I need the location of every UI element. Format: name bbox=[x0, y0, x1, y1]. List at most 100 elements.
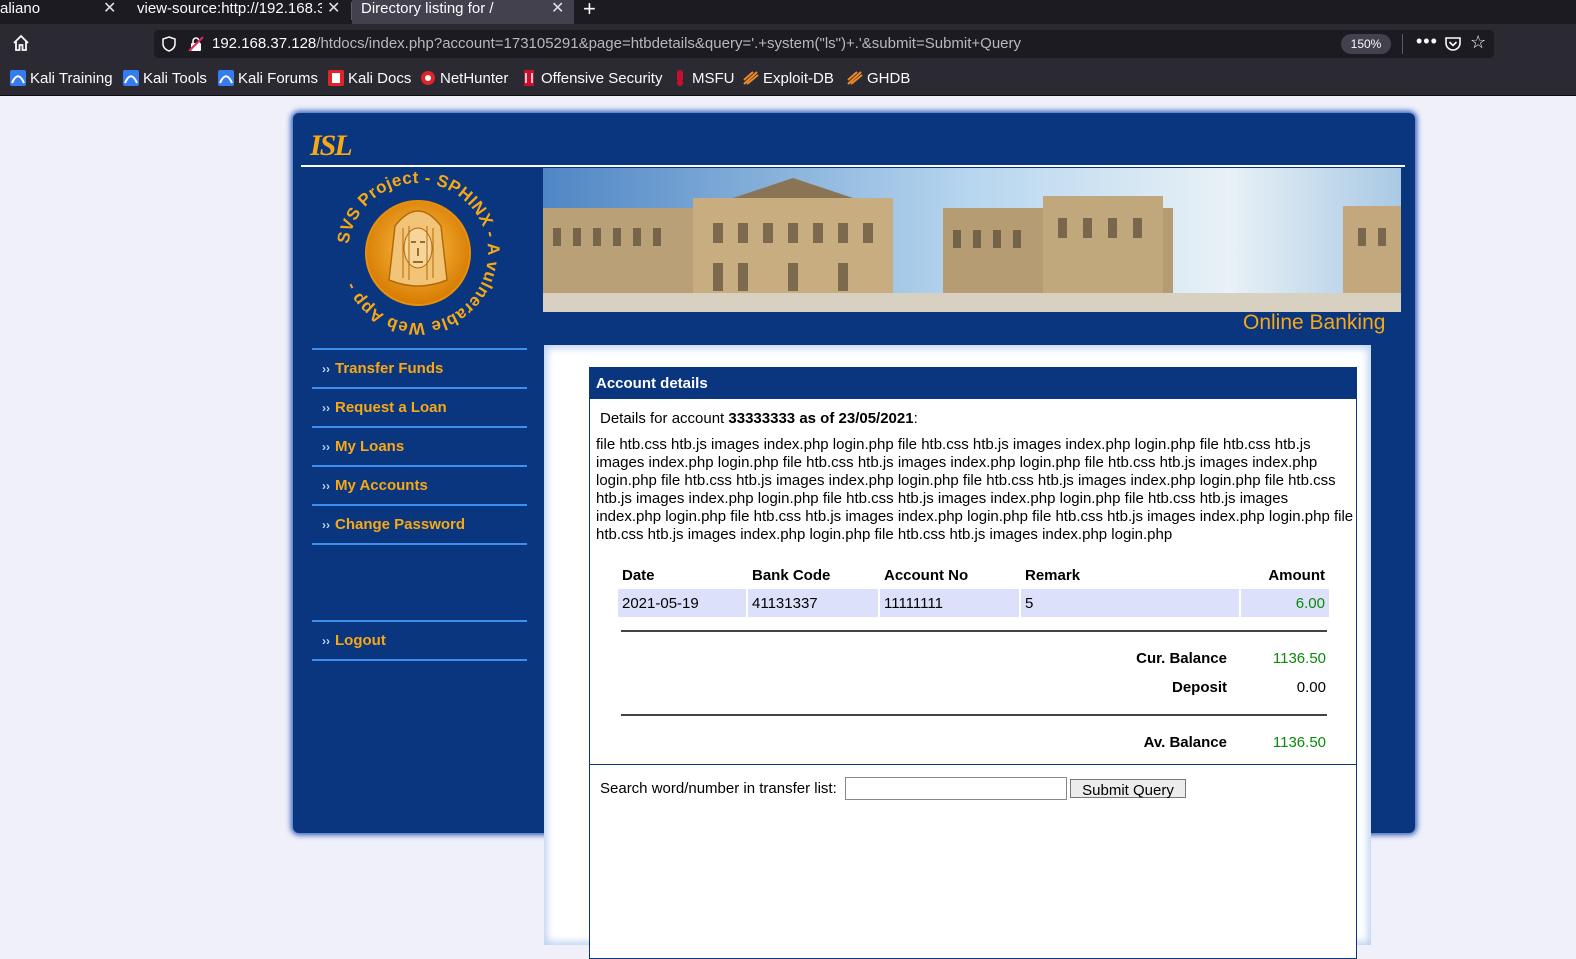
deposit-value: 0.00 bbox=[1296, 679, 1326, 696]
cell-amount: 6.00 bbox=[1241, 589, 1329, 617]
nethunter-icon bbox=[421, 71, 435, 85]
nav-label: Transfer Funds bbox=[335, 360, 444, 377]
tab-title: view-source:http://192.168.37.128/htdocs… bbox=[137, 0, 322, 17]
bookmark-label: GHDB bbox=[867, 70, 911, 87]
tab-bar: aliano ✕ view-source:http://192.168.37.1… bbox=[0, 0, 1576, 24]
bookmark-offensive-security[interactable]: Offensive Security bbox=[521, 70, 662, 87]
address-bar[interactable]: 192.168.37.128/htdocs/index.php?account=… bbox=[154, 30, 1494, 58]
pocket-icon[interactable] bbox=[1444, 35, 1462, 53]
tab-directory-listing[interactable]: Directory listing for / ✕ bbox=[352, 0, 574, 24]
header-divider bbox=[301, 165, 1405, 167]
transfers-table: Date Bank Code Account No Remark Amount … bbox=[616, 562, 1331, 619]
column-header: Account No bbox=[884, 567, 969, 584]
double-chevron-icon: ›› bbox=[322, 362, 330, 376]
table-row: 2021-05-19 41131337 11111111 5 6.00 bbox=[618, 589, 1329, 617]
cur-balance-label: Cur. Balance bbox=[1136, 650, 1227, 667]
nav-label: Change Password bbox=[335, 516, 466, 533]
nav-link[interactable]: ›› Transfer Funds bbox=[322, 360, 443, 377]
bank-page-frame: ISL SVS Project - SPHINX - A vulnerable … bbox=[293, 113, 1415, 959]
account-number: 33333333 bbox=[728, 410, 796, 427]
search-input[interactable] bbox=[845, 777, 1067, 800]
bookmark-label: Kali Training bbox=[30, 70, 113, 87]
offsec-icon bbox=[524, 70, 534, 86]
close-icon[interactable]: ✕ bbox=[327, 0, 340, 17]
bookmark-label: Kali Forums bbox=[238, 70, 319, 87]
toolbar-divider bbox=[1402, 34, 1403, 54]
url-host: 192.168.37.128 bbox=[212, 35, 317, 52]
insecure-lock-icon[interactable] bbox=[188, 36, 204, 52]
nav-link[interactable]: ›› Logout bbox=[322, 632, 386, 649]
navigation-toolbar: 192.168.37.128/htdocs/index.php?account=… bbox=[0, 24, 1576, 64]
cur-balance-value: 1136.50 bbox=[1272, 650, 1326, 667]
command-output-text: file htb.css htb.js images index.php log… bbox=[596, 436, 1354, 543]
table-header-row: Date Bank Code Account No Remark Amount bbox=[618, 564, 1329, 587]
nav-label: My Loans bbox=[335, 438, 405, 455]
bookmark-exploit-db[interactable]: Exploit-DB bbox=[743, 70, 834, 87]
details-prefix: Details for account bbox=[600, 410, 725, 427]
search-label: Search word/number in transfer list: bbox=[600, 780, 837, 797]
tab-view-source[interactable]: view-source:http://192.168.37.128/htdocs… bbox=[137, 0, 347, 24]
bookmark-kali-forums[interactable]: Kali Forums bbox=[218, 70, 318, 87]
search-form: Search word/number in transfer list: Sub… bbox=[590, 764, 1356, 811]
av-balance-value: 1136.50 bbox=[1272, 734, 1326, 751]
double-chevron-icon: ›› bbox=[322, 479, 330, 493]
sidebar-item-logout[interactable]: ›› Logout bbox=[312, 622, 527, 661]
bookmark-ghdb[interactable]: GHDB bbox=[847, 70, 910, 87]
url-text[interactable]: 192.168.37.128/htdocs/index.php?account=… bbox=[212, 35, 1021, 52]
av-balance-label: Av. Balance bbox=[1143, 734, 1227, 751]
sphinx-logo-image: SVS Project - SPHINX - A vulnerable Web … bbox=[333, 168, 503, 338]
bookmark-label: Exploit-DB bbox=[763, 70, 834, 87]
nav-link[interactable]: ›› My Loans bbox=[322, 438, 404, 455]
tab-aliano[interactable]: aliano ✕ bbox=[0, 0, 127, 24]
sidebar-item-transfer-funds[interactable]: ›› Transfer Funds bbox=[312, 350, 527, 389]
home-icon[interactable] bbox=[11, 33, 31, 53]
submit-query-button[interactable]: Submit Query bbox=[1070, 779, 1186, 799]
main-content: Account details Details for account 3333… bbox=[544, 345, 1371, 959]
nav-link[interactable]: ›› Change Password bbox=[322, 516, 465, 533]
ghdb-icon bbox=[847, 71, 863, 85]
bookmarks-toolbar: Kali Training Kali Tools Kali Forums Kal… bbox=[0, 64, 1576, 96]
palace-banner-image bbox=[543, 168, 1401, 312]
page-actions-menu-icon[interactable]: ••• bbox=[1416, 31, 1438, 52]
cell-bank-code: 41131337 bbox=[748, 589, 878, 617]
bookmark-kali-training[interactable]: Kali Training bbox=[10, 70, 113, 87]
sidebar-item-my-loans[interactable]: ›› My Loans bbox=[312, 428, 527, 467]
url-path: /htdocs/index.php?account=173105291&page… bbox=[316, 35, 1022, 52]
bookmark-star-icon[interactable]: ☆ bbox=[1470, 32, 1486, 53]
bookmark-nethunter[interactable]: NetHunter bbox=[420, 70, 508, 87]
cell-date: 2021-05-19 bbox=[618, 589, 746, 617]
account-details-panel: Account details Details for account 3333… bbox=[589, 367, 1357, 959]
sidebar-item-request-loan[interactable]: ›› Request a Loan bbox=[312, 389, 527, 428]
bookmark-label: Kali Docs bbox=[348, 70, 412, 87]
panel-heading: Account details bbox=[590, 368, 1356, 399]
kali-icon bbox=[218, 70, 234, 86]
bookmark-kali-tools[interactable]: Kali Tools bbox=[123, 70, 207, 87]
bookmark-label: NetHunter bbox=[440, 70, 509, 87]
nav-link[interactable]: ›› My Accounts bbox=[322, 477, 428, 494]
shield-icon[interactable] bbox=[162, 36, 176, 52]
site-logo: ISL bbox=[310, 129, 353, 162]
bookmark-label: Kali Tools bbox=[143, 70, 207, 87]
kali-icon bbox=[123, 70, 139, 86]
column-header: Amount bbox=[1268, 567, 1325, 584]
double-chevron-icon: ›› bbox=[322, 518, 330, 532]
zoom-level-badge[interactable]: 150% bbox=[1341, 34, 1391, 54]
sidebar-item-my-accounts[interactable]: ›› My Accounts bbox=[312, 467, 527, 506]
account-details-line: Details for account 33333333 as of 23/05… bbox=[600, 410, 918, 427]
nav-link[interactable]: ›› Request a Loan bbox=[322, 399, 447, 416]
close-icon[interactable]: ✕ bbox=[103, 0, 116, 17]
cell-account-no: 11111111 bbox=[880, 589, 1019, 617]
bookmark-label: Offensive Security bbox=[541, 70, 663, 87]
new-tab-button[interactable]: + bbox=[583, 0, 596, 22]
double-chevron-icon: ›› bbox=[322, 401, 330, 415]
sidebar-item-change-password[interactable]: ›› Change Password bbox=[312, 506, 527, 545]
bookmark-msfu[interactable]: MSFU bbox=[672, 70, 735, 87]
column-header: Remark bbox=[1025, 567, 1081, 584]
deposit-label: Deposit bbox=[1171, 679, 1227, 696]
close-icon[interactable]: ✕ bbox=[551, 0, 564, 17]
column-header: Date bbox=[622, 567, 655, 584]
bookmark-kali-docs[interactable]: Kali Docs bbox=[328, 70, 411, 87]
as-of-label: as of bbox=[799, 410, 835, 427]
msfu-icon bbox=[677, 70, 683, 86]
